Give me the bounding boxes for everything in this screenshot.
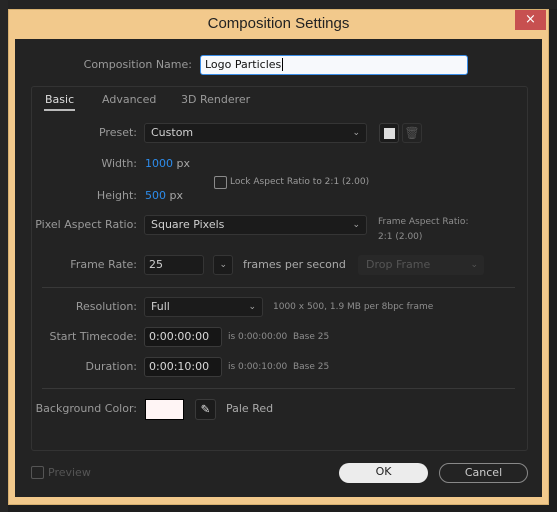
tab-3d-renderer[interactable]: 3D Renderer [181,93,250,106]
frame-rate-unit: frames per second [243,258,346,271]
start-timecode-input[interactable]: 0:00:00:00 [144,327,222,347]
lock-aspect-checkbox[interactable] [214,176,227,189]
duration-info: is 0:00:10:00 Base 25 [228,362,329,372]
drop-frame-select[interactable]: Drop Frame ⌄ [358,255,484,275]
frame-rate-label: Frame Rate: [70,258,137,271]
preview-label: Preview [48,466,91,479]
cancel-button[interactable]: Cancel [439,463,528,483]
width-label: Width: [101,157,137,170]
background-color-name: Pale Red [226,402,274,415]
frame-aspect-value: 2:1 (2.00) [378,232,423,242]
pixel-aspect-value: Square Pixels [151,218,225,231]
height-label: Height: [96,189,137,202]
dialog-title: Composition Settings [207,15,350,32]
height-field[interactable]: 500 px [145,189,183,202]
frame-rate-dropdown[interactable]: ⌄ [213,255,233,275]
preset-value: Custom [151,126,194,139]
chevron-down-icon: ⌄ [248,302,256,312]
width-unit: px [176,157,191,170]
chevron-down-icon: ⌄ [470,260,478,270]
start-timecode-label: Start Timecode: [49,330,137,343]
eyedropper-icon: ✏ [197,400,215,418]
divider [42,388,515,389]
close-button[interactable]: × [515,10,546,30]
delete-preset-button[interactable]: 🗑 [402,123,422,143]
duration-base: Base 25 [292,362,330,372]
divider [42,287,515,288]
resolution-value: Full [151,300,170,313]
preset-select[interactable]: Custom ⌄ [144,123,367,143]
frame-aspect-label: Frame Aspect Ratio: [378,217,469,227]
tab-active-underline [44,109,75,111]
save-preset-icon [384,128,395,139]
width-value[interactable]: 1000 [145,157,173,170]
comp-name-label: Composition Name: [83,58,192,71]
background-app-left [0,0,8,512]
duration-is: is 0:00:10:00 [228,362,288,372]
comp-name-value: Logo Particles [205,58,282,71]
drop-frame-value: Drop Frame [366,258,431,271]
resolution-select[interactable]: Full ⌄ [144,297,263,317]
preview-checkbox[interactable] [31,466,44,479]
duration-input[interactable]: 0:00:10:00 [144,357,222,377]
preset-label: Preset: [98,126,137,139]
pixel-aspect-select[interactable]: Square Pixels ⌄ [144,215,367,235]
height-unit: px [169,189,184,202]
comp-name-input[interactable]: Logo Particles [200,55,468,75]
lock-aspect-label: Lock Aspect Ratio to 2:1 (2.00) [230,177,370,187]
start-timecode-is: is 0:00:00:00 [228,332,288,342]
chevron-down-icon: ⌄ [219,260,227,270]
resolution-label: Resolution: [75,300,137,313]
width-field[interactable]: 1000 px [145,157,190,170]
start-timecode-base: Base 25 [292,332,330,342]
tab-advanced[interactable]: Advanced [102,93,156,106]
ok-button[interactable]: OK [339,463,428,483]
chevron-down-icon: ⌄ [352,128,360,138]
chevron-down-icon: ⌄ [352,220,360,230]
eyedropper-button[interactable]: ✏ [195,399,216,420]
tab-basic[interactable]: Basic [45,93,74,106]
pixel-aspect-label: Pixel Aspect Ratio: [35,218,137,231]
resolution-info: 1000 x 500, 1.9 MB per 8bpc frame [273,302,434,312]
save-preset-button[interactable] [379,123,399,143]
frame-rate-input[interactable]: 25 [144,255,204,275]
duration-label: Duration: [85,360,137,373]
background-color-swatch[interactable] [145,399,184,420]
background-color-label: Background Color: [35,402,137,415]
start-timecode-info: is 0:00:00:00 Base 25 [228,332,329,342]
background-app [0,0,557,9]
height-value[interactable]: 500 [145,189,166,202]
trash-icon: 🗑 [404,126,420,140]
